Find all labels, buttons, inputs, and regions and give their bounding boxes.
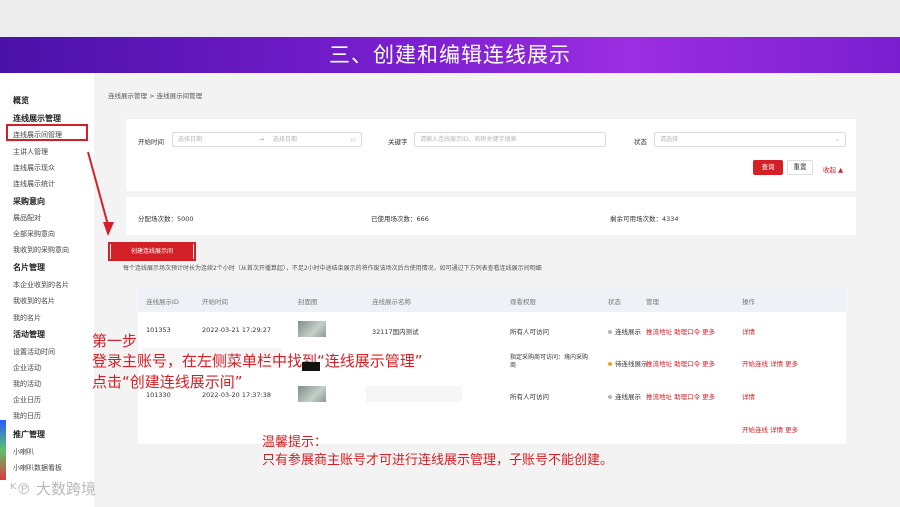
main-content: 连线展示管理 > 连线展示间管理 开始时间 选择日期 → 选择日期 ▭ 关键字 … [94,73,900,507]
step-line-1: 登录主账号，在左侧菜单栏中找到“连线展示管理” [92,352,423,370]
sidebar-item-horn[interactable]: 小喇叭 [13,447,34,457]
filter-panel: 开始时间 选择日期 → 选择日期 ▭ 关键字 请输入连线展示ID、名称关键字搜索… [126,119,856,191]
sidebar-item-company-calendar[interactable]: 企业日历 [13,395,41,405]
chevron-down-icon: ⌄ [834,136,840,143]
status-dot [608,362,612,366]
stat-used: 已使用场次数：666 [371,215,429,223]
row1-cover-image [298,321,326,337]
create-button-highlight-box [108,242,196,261]
row2-status-text: 待连线展示 [615,360,648,368]
row3-name-blurred [366,386,462,402]
step-line-2: 点击“创建连线展示间” [92,373,243,391]
col-name: 连线展示名称 [372,298,411,306]
keyword-label: 关键字 [388,138,408,146]
logo-text: 大数跨境 [35,480,96,498]
status-placeholder: 请选择 [660,136,679,143]
collapse-toggle[interactable]: 收起 ▲ [823,164,843,174]
start-date-placeholder: 选择日期 [178,136,203,143]
sidebar-item-my-events[interactable]: 我的活动 [13,379,41,389]
sidebar-item-my-card[interactable]: 我的名片 [13,313,41,323]
row3-time: 2022-03-20 17:37:38 [202,391,272,399]
tip-title: 温馨提示： [262,435,328,450]
col-permission: 观看权限 [510,298,536,306]
sidebar-group-cards[interactable]: 名片管理 [13,262,45,273]
tip-body: 只有参展商主账号才可进行连线展示管理，子账号不能创建。 [262,453,614,468]
row1-manage-links[interactable]: 推流地址 助理口令 更多 [646,326,715,336]
row1-status: 连线展示 [608,326,641,336]
sidebar-item-overview[interactable]: 概览 [13,95,29,106]
status-dot [608,330,612,334]
sidebar-item-event-time[interactable]: 设置活动时间 [13,347,55,357]
row1-time: 2022-03-21 17:29:27 [202,326,272,334]
row3-status-text: 连线展示 [615,393,641,401]
logo-icon: ᴷ℗ [10,480,32,498]
row3-manage-links[interactable]: 推流地址 助理口令 更多 [646,391,715,401]
sidebar-item-company-cards[interactable]: 本企业收到的名片 [13,280,69,290]
stat-allocated: 分配场次数：5000 [138,215,194,223]
sidebar-item-received-cards[interactable]: 我收到的名片 [13,296,55,306]
title-banner: 三、创建和编辑连线展示 [0,37,900,73]
status-label: 状态 [634,138,647,146]
row4-action-links[interactable]: 开始连线 详情 更多 [742,424,798,434]
sidebar-group-live[interactable]: 连线展示管理 [13,113,61,124]
status-select[interactable]: 请选择 ⌄ [654,132,846,147]
notice-text: 每个连线展示场次预计时长为连续2个小时（从首次开播算起），不足2小时中途结束展示… [123,265,542,272]
row3-id: 101330 [146,391,171,399]
status-dot [608,395,612,399]
row3-cover-image [298,386,326,402]
search-button[interactable]: 查询 [753,160,783,175]
row1-status-text: 连线展示 [615,328,641,336]
calendar-icon: ▭ [350,136,356,143]
stats-panel: 分配场次数：5000 已使用场次数：666 剩余可用场次数：4334 [126,197,856,235]
sidebar-item-audience[interactable]: 连线展示现众 [13,163,55,173]
col-manage: 管理 [646,298,659,306]
row2-manage-links[interactable]: 推流地址 助理口令 更多 [646,358,715,368]
col-actions: 操作 [742,298,755,306]
sidebar-item-speaker[interactable]: 主讲人管理 [13,147,48,157]
sidebar-group-purchase[interactable]: 采购意向 [13,196,45,207]
row2-status: 待连线展示 [608,358,648,368]
reset-button[interactable]: 重置 [787,160,813,175]
sidebar-highlight-box [6,124,88,141]
col-status: 状态 [608,298,621,306]
left-decoration [0,420,6,480]
sidebar-item-horn-dashboard[interactable]: 小喇叭数据看板 [13,463,62,473]
start-time-label: 开始时间 [138,138,164,146]
redaction-bar [302,362,320,371]
sidebar-item-my-purchase[interactable]: 我收到的采购意向 [13,245,69,255]
stat-remaining: 剩余可用场次数：4334 [610,215,679,223]
row3-action-links[interactable]: 详情 [742,391,755,401]
row1-name: 32117国内测试 [372,328,419,336]
keyword-input[interactable]: 请输入连线展示ID、名称关键字搜索 [414,132,606,147]
sidebar-item-stats[interactable]: 连线展示统计 [13,179,55,189]
step-title: 第一步 [92,332,138,350]
sidebar-group-events[interactable]: 活动管理 [13,329,45,340]
row3-status: 连线展示 [608,391,641,401]
table-header: 连线展示ID 开始时间 封面图 连线展示名称 观看权限 状态 管理 操作 [138,288,846,312]
col-id: 连线展示ID [146,298,179,306]
col-time: 开始时间 [202,298,228,306]
brand-logo: ᴷ℗ 大数跨境 [10,478,96,499]
date-range-input[interactable]: 选择日期 → 选择日期 ▭ [172,132,362,147]
sidebar-item-my-calendar[interactable]: 我的日历 [13,411,41,421]
col-cover: 封面图 [298,298,318,306]
sidebar-item-all-purchase[interactable]: 全部采购意向 [13,229,55,239]
row1-permission: 所有人可访问 [510,328,549,336]
breadcrumb: 连线展示管理 > 连线展示间管理 [108,92,203,100]
row3-permission: 所有人可访问 [510,393,549,401]
end-date-placeholder: 选择日期 [273,136,298,143]
sidebar-item-company-events[interactable]: 企业活动 [13,363,41,373]
sidebar-item-match[interactable]: 展品配对 [13,213,41,223]
row1-id: 101353 [146,326,171,334]
row1-action-links[interactable]: 详情 [742,326,755,336]
range-arrow: → [259,136,265,143]
sidebar-group-promo[interactable]: 推广管理 [13,429,45,440]
row2-permission: 指定采购商可访问：境内采购商 [510,354,589,369]
banner-title: 三、创建和编辑连线展示 [329,43,571,67]
row2-action-links[interactable]: 开始连线 详情 更多 [742,358,798,368]
